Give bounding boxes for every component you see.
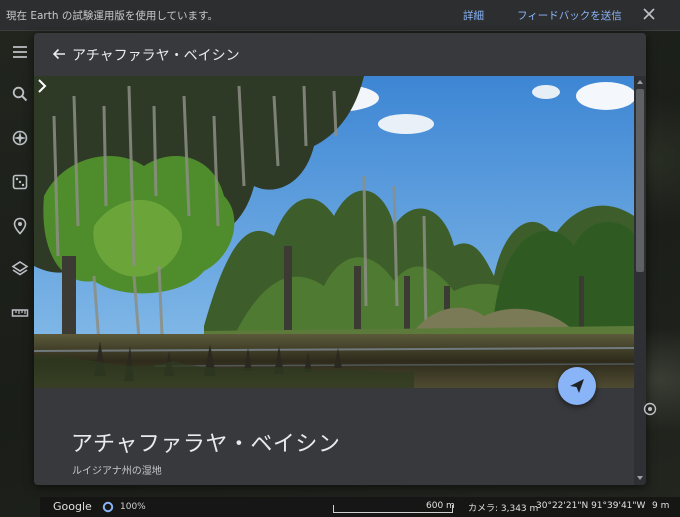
panel-header-title: アチャファラヤ・ベイシン xyxy=(72,48,240,64)
swamp-photo-image xyxy=(34,76,634,388)
camera-altitude: カメラ: 3,343 m xyxy=(468,504,539,514)
voyager-icon[interactable] xyxy=(10,128,30,148)
chevron-right-icon[interactable] xyxy=(34,76,50,96)
loading-percent: 100% xyxy=(120,502,146,512)
scale-label: 600 m xyxy=(426,501,455,511)
scrollbar-thumb[interactable] xyxy=(636,89,644,272)
share-button[interactable] xyxy=(558,367,596,405)
elevation-readout: 9 m xyxy=(652,501,670,511)
panel-header: アチャファラヤ・ベイシン xyxy=(34,33,646,76)
projects-pin-icon[interactable] xyxy=(10,216,30,236)
beta-notice-bar: 現在 Earth の試験運用版を使用しています。 詳細 フィードバックを送信 xyxy=(0,0,680,31)
beta-notice-text: 現在 Earth の試験運用版を使用しています。 xyxy=(6,10,218,22)
send-paper-plane-icon xyxy=(570,379,584,393)
compass-icon[interactable] xyxy=(643,402,657,416)
scroll-down-arrow-icon[interactable] xyxy=(637,475,643,481)
google-logo: Google xyxy=(53,500,92,513)
search-icon[interactable] xyxy=(10,84,30,104)
loading-progress-icon xyxy=(102,501,114,513)
place-title: アチャファラヤ・ベイシン xyxy=(71,432,341,457)
place-photo[interactable] xyxy=(34,76,634,388)
place-subtitle: ルイジアナ州の湿地 xyxy=(72,466,162,477)
close-icon[interactable] xyxy=(641,6,657,22)
back-arrow-icon[interactable] xyxy=(50,45,68,63)
coordinates-readout: 30°22'21"N 91°39'41"W xyxy=(536,501,646,511)
menu-icon[interactable] xyxy=(10,42,30,62)
map-style-layers-icon[interactable] xyxy=(10,259,30,279)
status-bar: Google 100% 600 m カメラ: 3,343 m 30°22'21"… xyxy=(40,497,680,517)
knowledge-card-panel: アチャファラヤ・ベイシン アチャファラヤ・ベイシン ルイジアナ州の湿地 xyxy=(34,33,646,485)
scroll-up-arrow-icon[interactable] xyxy=(637,79,643,85)
details-link[interactable]: 詳細 xyxy=(463,8,484,23)
measure-ruler-icon[interactable] xyxy=(10,303,30,323)
random-dice-icon[interactable] xyxy=(10,172,30,192)
send-feedback-link[interactable]: フィードバックを送信 xyxy=(517,8,622,23)
